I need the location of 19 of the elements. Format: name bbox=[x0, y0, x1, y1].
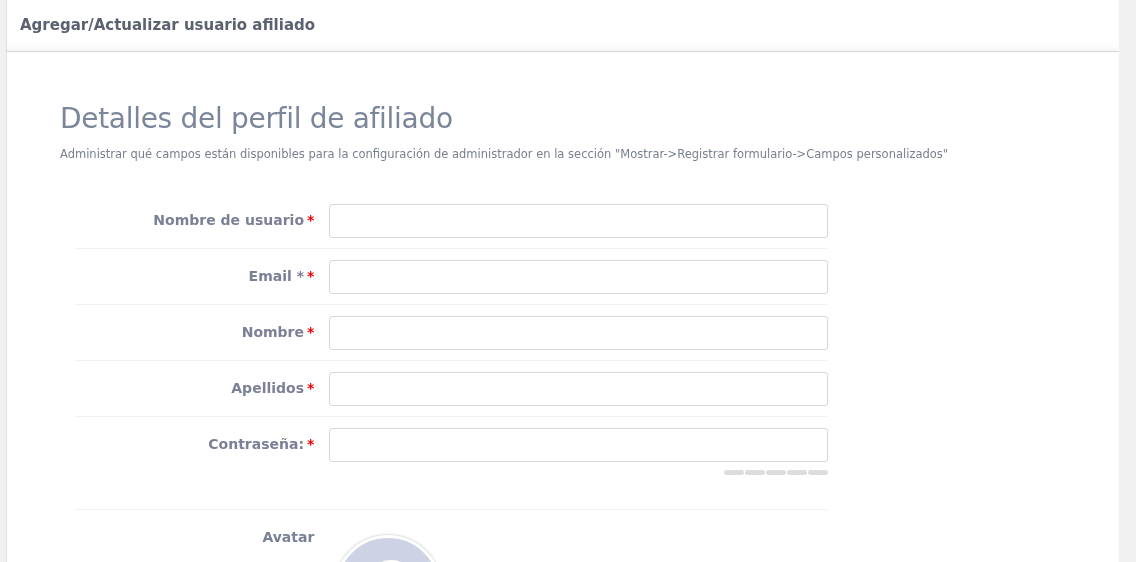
input-field[interactable] bbox=[329, 315, 828, 350]
required-mark: * bbox=[307, 210, 315, 230]
field-label: Apellidos bbox=[231, 378, 304, 398]
required-mark: * bbox=[307, 434, 315, 454]
input-field[interactable] bbox=[329, 203, 828, 238]
field-label: Nombre bbox=[241, 322, 304, 342]
field-label: Email * bbox=[248, 266, 304, 286]
section-title: Detalles del perfil de afiliado bbox=[60, 102, 454, 136]
required-mark: * bbox=[307, 322, 315, 342]
input-field[interactable] bbox=[329, 427, 828, 462]
required-mark: * bbox=[307, 378, 315, 398]
field-label: Nombre de usuario bbox=[153, 210, 304, 230]
page-title: Agregar/Actualizar usuario afiliado bbox=[20, 15, 316, 37]
section-description: Administrar qué campos están disponibles para la configuración de administrador en la sección "Mostrar->Registrar formulario->Campos personalizados" bbox=[60, 145, 950, 163]
required-mark: * bbox=[307, 266, 315, 286]
field-label: Contraseña: bbox=[208, 434, 304, 454]
input-field[interactable] bbox=[329, 259, 828, 294]
field-label: Avatar bbox=[262, 527, 315, 547]
input-field[interactable] bbox=[329, 371, 828, 406]
